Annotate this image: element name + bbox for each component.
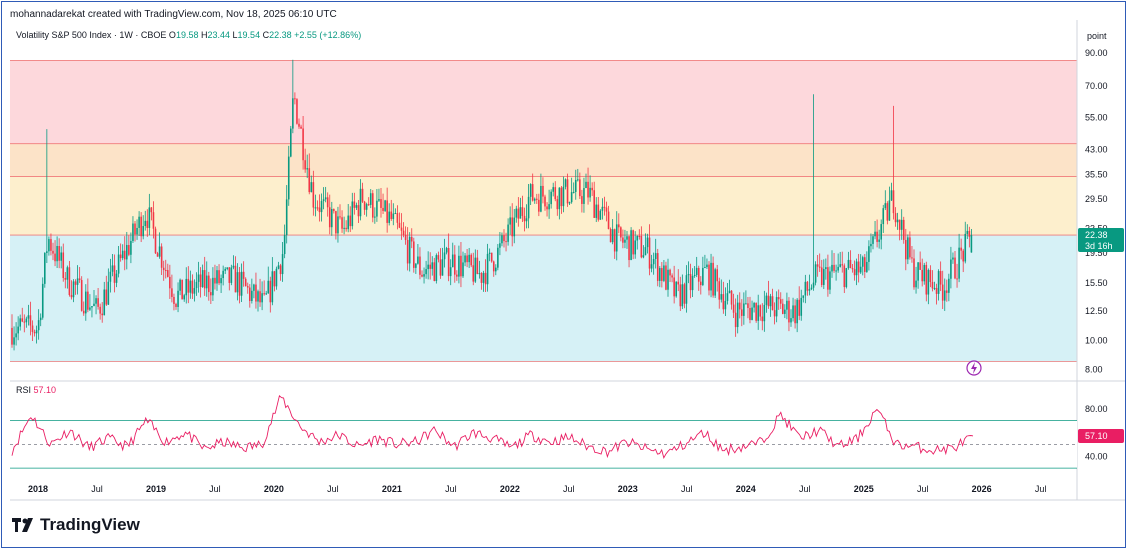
time-tick: 2026 <box>972 484 992 494</box>
price-tick: 55.00 <box>1085 112 1108 122</box>
time-tick: Jul <box>91 484 103 494</box>
candle <box>470 253 472 268</box>
time-tick: Jul <box>1035 484 1047 494</box>
time-tick: 2021 <box>382 484 402 494</box>
tradingview-logo: TradingView <box>12 515 140 535</box>
rsi-tick: 80.00 <box>1085 404 1108 414</box>
zone-red <box>10 60 1077 144</box>
candle <box>665 261 667 291</box>
time-tick: 2020 <box>264 484 284 494</box>
price-tick: 43.00 <box>1085 145 1108 155</box>
candle <box>413 237 415 273</box>
time-tick: 2018 <box>28 484 48 494</box>
rsi-tick: 40.00 <box>1085 451 1108 461</box>
candle <box>490 252 493 263</box>
candle <box>845 267 848 289</box>
candle <box>755 302 757 323</box>
time-tick: Jul <box>563 484 575 494</box>
time-tick: Jul <box>681 484 693 494</box>
price-tick: 90.00 <box>1085 48 1108 58</box>
price-tick: 8.00 <box>1085 365 1103 375</box>
price-tick: 10.00 <box>1085 335 1108 345</box>
candle <box>609 227 612 243</box>
candle <box>275 266 278 290</box>
candle <box>656 248 659 287</box>
candle <box>497 243 499 271</box>
symbol-name: Volatility S&P 500 Index · 1W · CBOE <box>16 30 167 40</box>
candle <box>181 279 183 300</box>
candle <box>372 190 374 223</box>
candle <box>714 267 716 299</box>
candle <box>435 253 438 284</box>
price-tick: 70.00 <box>1085 81 1108 91</box>
candle <box>154 226 157 255</box>
chart-canvas[interactable]: 90.0070.0055.0043.0035.5029.5023.5019.50… <box>0 0 1129 551</box>
time-tick: Jul <box>327 484 339 494</box>
candle <box>902 216 905 244</box>
time-tick: Jul <box>445 484 457 494</box>
candle <box>384 199 386 213</box>
time-tick: 2023 <box>618 484 638 494</box>
price-tick: 15.50 <box>1085 278 1108 288</box>
chart-header: mohannadarekat created with TradingView.… <box>10 9 337 20</box>
countdown: 3d 16h <box>1085 241 1113 251</box>
time-tick: 2022 <box>500 484 520 494</box>
rsi-legend: RSI 57.10 <box>16 385 57 395</box>
time-tick: 2019 <box>146 484 166 494</box>
scale-mode[interactable]: point <box>1087 31 1107 41</box>
rsi-value-tag-label: 57.10 <box>1085 431 1108 441</box>
price-tick: 12.50 <box>1085 306 1108 316</box>
candle <box>290 125 292 158</box>
candle <box>80 276 83 312</box>
candle <box>296 98 298 125</box>
time-tick: 2025 <box>854 484 874 494</box>
price-change: +2.55 (+12.86%) <box>294 30 362 40</box>
candle <box>630 227 632 261</box>
candle <box>44 252 46 288</box>
time-tick: Jul <box>799 484 811 494</box>
zone-yellow <box>10 176 1077 236</box>
candle <box>708 261 710 296</box>
price-tick: 29.50 <box>1085 194 1108 204</box>
candle <box>230 264 233 286</box>
brand-name: TradingView <box>40 515 140 534</box>
candle <box>814 261 817 286</box>
time-tick: Jul <box>209 484 221 494</box>
candle <box>599 209 602 220</box>
time-tick: 2024 <box>736 484 756 494</box>
price-tick: 35.50 <box>1085 170 1108 180</box>
tradingview-icon <box>12 518 33 532</box>
symbol-legend: Volatility S&P 500 Index · 1W · CBOE O19… <box>16 30 362 40</box>
last-price-value: 22.38 <box>1085 230 1108 240</box>
candle <box>675 281 677 298</box>
time-tick: Jul <box>917 484 929 494</box>
zone-orange <box>10 143 1077 177</box>
